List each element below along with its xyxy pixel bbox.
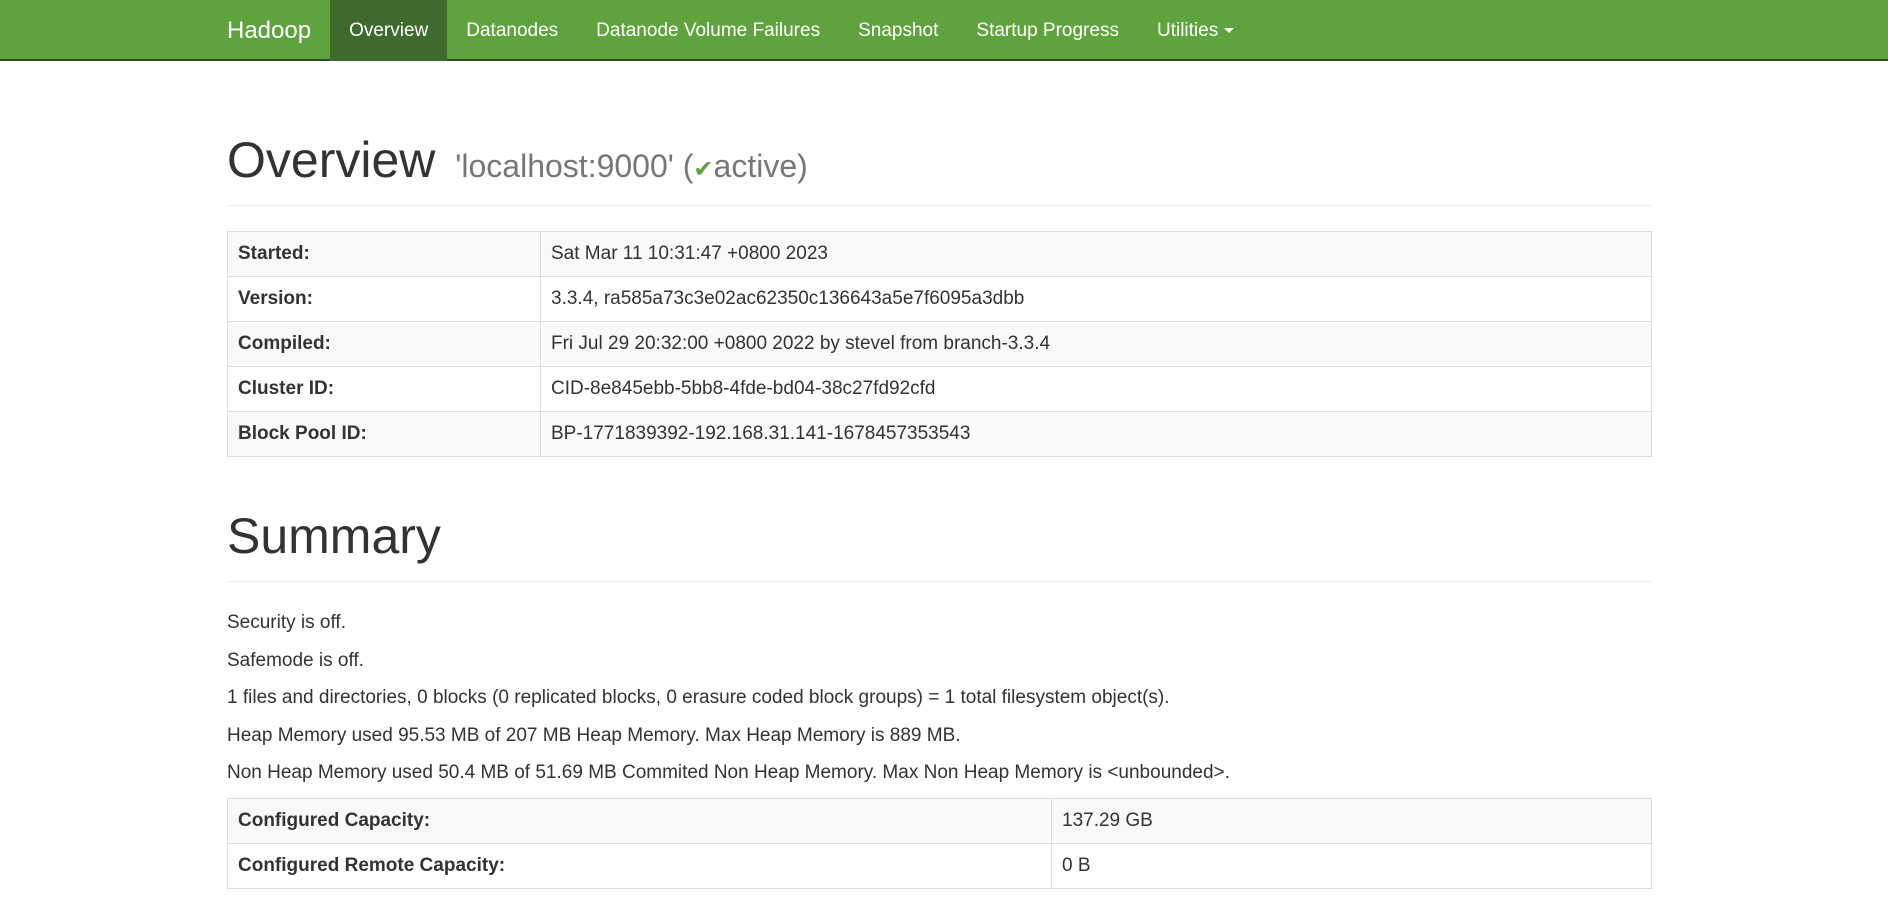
- state-label: active: [713, 148, 798, 184]
- main-content: Overview 'localhost:9000' (✔active) Star…: [227, 61, 1652, 889]
- row-label: Configured Remote Capacity:: [227, 842, 1052, 889]
- nav-snapshot[interactable]: Snapshot: [839, 0, 957, 61]
- row-value: 0 B: [1051, 842, 1652, 889]
- navbar-items: Hadoop Overview Datanodes Datanode Volum…: [227, 0, 1253, 61]
- summary-lines: Security is off. Safemode is off. 1 file…: [227, 604, 1652, 792]
- nav-overview[interactable]: Overview: [330, 0, 448, 61]
- check-icon: ✔: [693, 156, 714, 183]
- row-value: 3.3.4, ra585a73c3e02ac62350c136643a5e7f6…: [540, 276, 1652, 322]
- row-label: Configured Capacity:: [227, 797, 1052, 844]
- row-value: CID-8e845ebb-5bb8-4fde-bd04-38c27fd92cfd: [540, 366, 1652, 412]
- nav-datanode-volume-failures[interactable]: Datanode Volume Failures: [577, 0, 839, 61]
- table-row: Block Pool ID: BP-1771839392-192.168.31.…: [227, 411, 1652, 457]
- host-address: 'localhost:9000' (: [455, 148, 694, 184]
- row-label: Version:: [227, 276, 541, 322]
- overview-table: Started: Sat Mar 11 10:31:47 +0800 2023 …: [227, 231, 1652, 457]
- row-value: 137.29 GB: [1051, 797, 1652, 844]
- row-value: BP-1771839392-192.168.31.141-16784573535…: [540, 411, 1652, 457]
- heap-memory: Heap Memory used 95.53 MB of 207 MB Heap…: [227, 724, 961, 746]
- caret-down-icon: [1224, 28, 1235, 34]
- summary-heading: Summary: [227, 508, 441, 564]
- host-status: 'localhost:9000' (✔active): [455, 148, 808, 184]
- table-row: Compiled: Fri Jul 29 20:32:00 +0800 2022…: [227, 321, 1652, 367]
- nav-utilities-label: Utilities: [1156, 20, 1219, 41]
- safemode-status: Safemode is off.: [227, 649, 364, 671]
- brand-link[interactable]: Hadoop: [227, 17, 311, 45]
- table-row: Configured Capacity: 137.29 GB: [227, 797, 1652, 844]
- row-label: Started:: [227, 231, 541, 277]
- row-label: Block Pool ID:: [227, 411, 541, 457]
- capacity-table: Configured Capacity: 137.29 GB Configure…: [227, 797, 1652, 889]
- row-value: Sat Mar 11 10:31:47 +0800 2023: [540, 231, 1652, 277]
- table-row: Configured Remote Capacity: 0 B: [227, 842, 1652, 889]
- host-close: ): [797, 148, 808, 184]
- overview-header: Overview 'localhost:9000' (✔active): [227, 135, 1652, 206]
- table-row: Started: Sat Mar 11 10:31:47 +0800 2023: [227, 231, 1652, 277]
- table-row: Cluster ID: CID-8e845ebb-5bb8-4fde-bd04-…: [227, 366, 1652, 412]
- overview-heading: Overview 'localhost:9000' (✔active): [227, 135, 1652, 185]
- security-status: Security is off.: [227, 612, 346, 633]
- top-navbar: Hadoop Overview Datanodes Datanode Volum…: [0, 0, 1888, 61]
- row-label: Compiled:: [227, 321, 541, 367]
- row-value: Fri Jul 29 20:32:00 +0800 2022 by stevel…: [540, 321, 1652, 367]
- nav-datanodes[interactable]: Datanodes: [447, 0, 577, 61]
- nav-utilities-dropdown[interactable]: Utilities: [1138, 0, 1253, 61]
- filesystem-objects: 1 files and directories, 0 blocks (0 rep…: [227, 687, 1170, 708]
- table-row: Version: 3.3.4, ra585a73c3e02ac62350c136…: [227, 276, 1652, 322]
- page-title: Overview: [227, 132, 436, 188]
- summary-header: Summary: [227, 511, 1652, 582]
- row-label: Cluster ID:: [227, 366, 541, 412]
- nav-startup-progress[interactable]: Startup Progress: [957, 0, 1138, 61]
- non-heap-memory: Non Heap Memory used 50.4 MB of 51.69 MB…: [227, 762, 1230, 783]
